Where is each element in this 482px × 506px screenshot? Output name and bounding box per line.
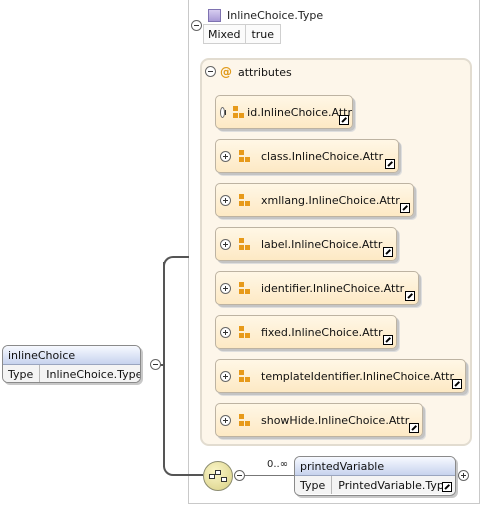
attribute-ref[interactable]: xmllang.InlineChoice.Attr bbox=[215, 183, 414, 217]
element-type-key: Type bbox=[295, 476, 333, 494]
attribute-name: identifier.InlineChoice.Attr bbox=[261, 281, 405, 295]
expand-attribute-button[interactable] bbox=[220, 194, 231, 206]
reference-arrow-icon bbox=[339, 115, 349, 125]
root-element-inlinechoice[interactable]: inlineChoice Type InlineChoice.Type bbox=[2, 345, 141, 383]
element-name: inlineChoice bbox=[3, 346, 140, 365]
reference-arrow-icon bbox=[383, 247, 393, 257]
attribute-ref[interactable]: label.InlineChoice.Attr bbox=[215, 227, 397, 261]
attribute-group-icon bbox=[239, 150, 251, 162]
reference-arrow-icon bbox=[405, 291, 415, 301]
collapse-root-button[interactable] bbox=[150, 359, 161, 370]
type-properties: Mixed true bbox=[203, 24, 281, 44]
attribute-ref[interactable]: identifier.InlineChoice.Attr bbox=[215, 271, 419, 305]
connector-curve-top bbox=[163, 256, 189, 268]
attribute-group-icon bbox=[239, 194, 251, 206]
collapse-sequence-button[interactable] bbox=[234, 470, 245, 481]
reference-arrow-icon bbox=[409, 423, 419, 433]
type-title: InlineChoice.Type bbox=[227, 8, 324, 22]
attribute-name: xmllang.InlineChoice.Attr bbox=[261, 193, 400, 207]
attribute-ref[interactable]: templateIdentifier.InlineChoice.Attr bbox=[215, 359, 466, 393]
complex-type-icon bbox=[208, 8, 221, 22]
attribute-ref[interactable]: id.InlineChoice.Attr bbox=[215, 95, 353, 129]
type-header: InlineChoice.Type bbox=[208, 6, 323, 24]
attribute-group-icon bbox=[239, 282, 251, 294]
attribute-group-icon bbox=[233, 106, 245, 118]
connector-line bbox=[245, 475, 294, 476]
attribute-name: fixed.InlineChoice.Attr bbox=[261, 325, 383, 339]
attribute-group-icon bbox=[239, 414, 251, 426]
connector-line bbox=[163, 262, 165, 467]
attribute-name: label.InlineChoice.Attr bbox=[261, 237, 383, 251]
expand-attribute-button[interactable] bbox=[220, 414, 231, 426]
attribute-ref[interactable]: showHide.InlineChoice.Attr bbox=[215, 403, 423, 437]
cardinality-label: 0..∞ bbox=[267, 459, 289, 470]
attribute-group-icon bbox=[239, 326, 251, 338]
connector-curve-bottom bbox=[163, 462, 203, 476]
expand-attribute-button[interactable] bbox=[220, 370, 231, 382]
reference-arrow-icon bbox=[383, 335, 393, 345]
mixed-key: Mixed bbox=[204, 25, 247, 43]
attributes-label: attributes bbox=[238, 65, 292, 79]
element-name: printedVariable bbox=[295, 457, 455, 476]
element-printedvariable[interactable]: printedVariable Type PrintedVariable.Typ… bbox=[294, 456, 456, 496]
attribute-group-icon bbox=[239, 370, 251, 382]
element-type-value: PrintedVariable.Type bbox=[338, 478, 451, 492]
reference-arrow-icon bbox=[452, 379, 462, 389]
element-type-key: Type bbox=[3, 365, 41, 382]
attribute-name: class.InlineChoice.Attr bbox=[261, 149, 384, 163]
attribute-name: templateIdentifier.InlineChoice.Attr bbox=[261, 369, 454, 383]
attribute-at-icon: @ bbox=[220, 65, 232, 79]
reference-arrow-icon bbox=[385, 159, 395, 169]
attribute-group-icon bbox=[239, 238, 251, 250]
attributes-header: @ attributes bbox=[206, 64, 292, 80]
mixed-value: true bbox=[251, 27, 275, 41]
collapse-type-button[interactable] bbox=[191, 20, 202, 31]
expand-printedvariable-button[interactable] bbox=[458, 470, 469, 481]
attribute-name: id.InlineChoice.Attr bbox=[247, 105, 352, 119]
attribute-name: showHide.InlineChoice.Attr bbox=[261, 413, 410, 427]
expand-attribute-button[interactable] bbox=[220, 238, 231, 250]
expand-attribute-button[interactable] bbox=[220, 282, 231, 294]
reference-arrow-icon bbox=[442, 482, 452, 492]
expand-attribute-button[interactable] bbox=[220, 106, 227, 118]
sequence-compositor-icon[interactable] bbox=[203, 461, 233, 491]
element-type-value: InlineChoice.Type bbox=[46, 367, 141, 381]
expand-attribute-button[interactable] bbox=[220, 150, 231, 162]
attribute-ref[interactable]: class.InlineChoice.Attr bbox=[215, 139, 399, 173]
expand-attribute-button[interactable] bbox=[220, 326, 231, 338]
reference-arrow-icon bbox=[400, 203, 410, 213]
attribute-ref[interactable]: fixed.InlineChoice.Attr bbox=[215, 315, 397, 349]
